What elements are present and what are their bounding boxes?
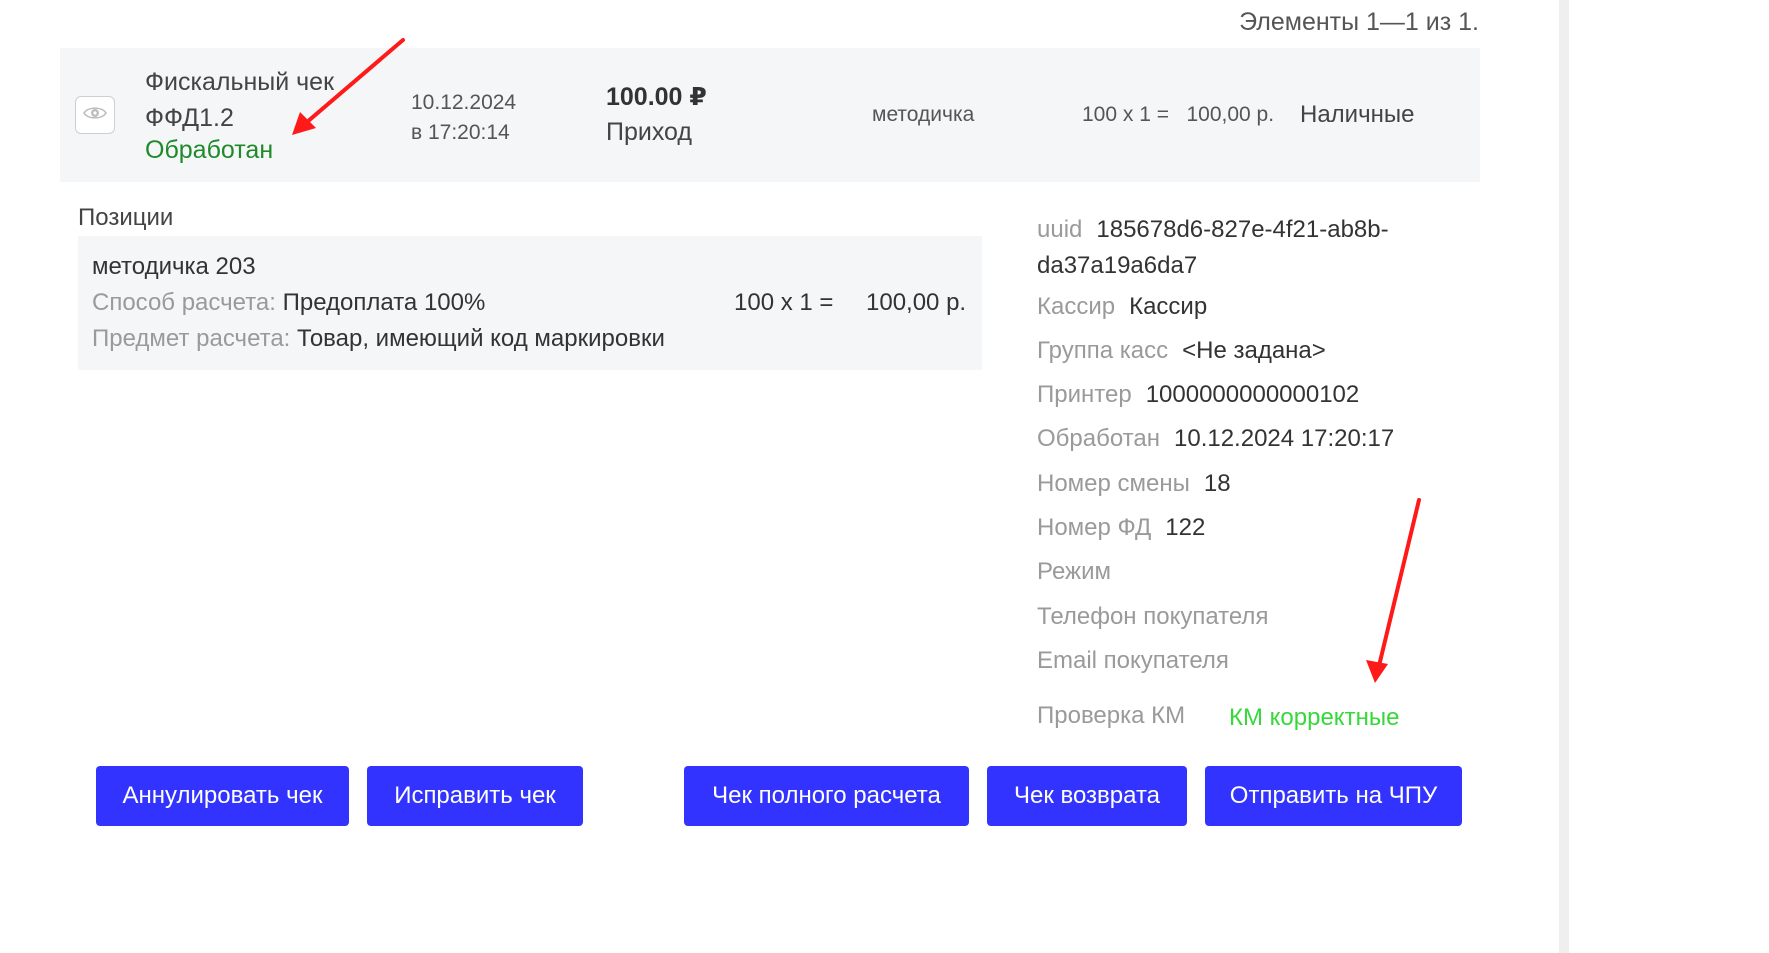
detail-mode-label: Режим xyxy=(1037,558,1111,585)
position-method: Способ расчета: Предоплата 100% xyxy=(92,289,485,317)
receipt-time: в 17:20:14 xyxy=(411,121,510,144)
detail-shift-value: 18 xyxy=(1203,470,1231,497)
position-method-value: Предоплата 100% xyxy=(282,289,486,316)
detail-fd-value: 122 xyxy=(1165,514,1206,541)
position-method-label: Способ расчета: xyxy=(92,289,276,316)
detail-email-label: Email покупателя xyxy=(1037,647,1229,674)
receipt-payment-type: Наличные xyxy=(1300,101,1415,128)
receipt-title: Фискальный чек ФФД1.2 xyxy=(145,68,335,132)
positions-heading: Позиции xyxy=(78,204,174,231)
detail-email: Email покупателя xyxy=(1037,647,1243,675)
receipt-calc: 100 x 1 = 100,00 р. xyxy=(1082,103,1275,126)
refund-receipt-button[interactable]: Чек возврата xyxy=(987,766,1187,826)
detail-fd-label: Номер ФД xyxy=(1037,514,1152,541)
detail-fd: Номер ФД 122 xyxy=(1037,514,1205,542)
annul-receipt-button[interactable]: Аннулировать чек xyxy=(96,766,349,826)
red-arrow-icon xyxy=(1366,498,1421,683)
send-to-cpu-button[interactable]: Отправить на ЧПУ xyxy=(1205,766,1462,826)
receipt-kind: Приход xyxy=(606,118,692,146)
position-subject-value: Товар, имеющий код маркировки xyxy=(297,325,665,352)
detail-group-value: <Не задана> xyxy=(1182,337,1326,364)
detail-shift: Номер смены 18 xyxy=(1037,470,1231,498)
scrollbar[interactable] xyxy=(1559,0,1569,953)
position-subject-label: Предмет расчета: xyxy=(92,325,291,352)
detail-km-value: КМ корректные xyxy=(1229,704,1400,731)
fix-receipt-button[interactable]: Исправить чек xyxy=(367,766,583,826)
detail-cashier-label: Кассир xyxy=(1037,293,1116,320)
detail-group: Группа касс <Не задана> xyxy=(1037,337,1326,365)
receipt-date: 10.12.2024 xyxy=(411,91,517,114)
detail-phone: Телефон покупателя xyxy=(1037,603,1282,631)
position-name: методичка 203 xyxy=(92,253,256,280)
detail-cashier-value: Кассир xyxy=(1129,293,1208,320)
detail-processed: Обработан 10.12.2024 17:20:17 xyxy=(1037,425,1394,453)
receipt-amount: 100.00 ₽ xyxy=(606,83,707,111)
detail-mode: Режим xyxy=(1037,558,1125,586)
detail-uuid-label: uuid xyxy=(1037,216,1083,243)
receipt-datetime: 10.12.2024 в 17:20:14 xyxy=(411,88,516,148)
position-subject: Предмет расчета: Товар, имеющий код марк… xyxy=(92,325,665,353)
detail-phone-label: Телефон покупателя xyxy=(1037,603,1269,630)
detail-group-label: Группа касс xyxy=(1037,337,1169,364)
receipt-item-name: методичка xyxy=(872,103,975,126)
detail-processed-label: Обработан xyxy=(1037,425,1160,452)
detail-uuid-value: 185678d6-827e-4f21-ab8b-da37a19a6da7 xyxy=(1037,216,1389,279)
detail-printer-label: Принтер xyxy=(1037,381,1132,408)
position-qty: 100 x 1 = xyxy=(734,289,834,316)
receipt-status: Обработан xyxy=(145,136,274,164)
detail-shift-label: Номер смены xyxy=(1037,470,1190,497)
detail-printer: Принтер 1000000000000102 xyxy=(1037,381,1359,409)
detail-uuid: uuid 185678d6-827e-4f21-ab8b-da37a19a6da7 xyxy=(1037,212,1437,284)
view-receipt-button[interactable] xyxy=(75,96,115,134)
detail-cashier: Кассир Кассир xyxy=(1037,293,1207,321)
detail-printer-value: 1000000000000102 xyxy=(1145,381,1360,408)
eye-icon xyxy=(83,105,107,126)
detail-processed-value: 10.12.2024 17:20:17 xyxy=(1174,425,1395,452)
position-sum: 100,00 р. xyxy=(866,289,967,316)
full-payment-receipt-button[interactable]: Чек полного расчета xyxy=(684,766,969,826)
pagination-summary: Элементы 1—1 из 1. xyxy=(1239,8,1479,36)
detail-km-label: Проверка КМ xyxy=(1037,702,1186,729)
